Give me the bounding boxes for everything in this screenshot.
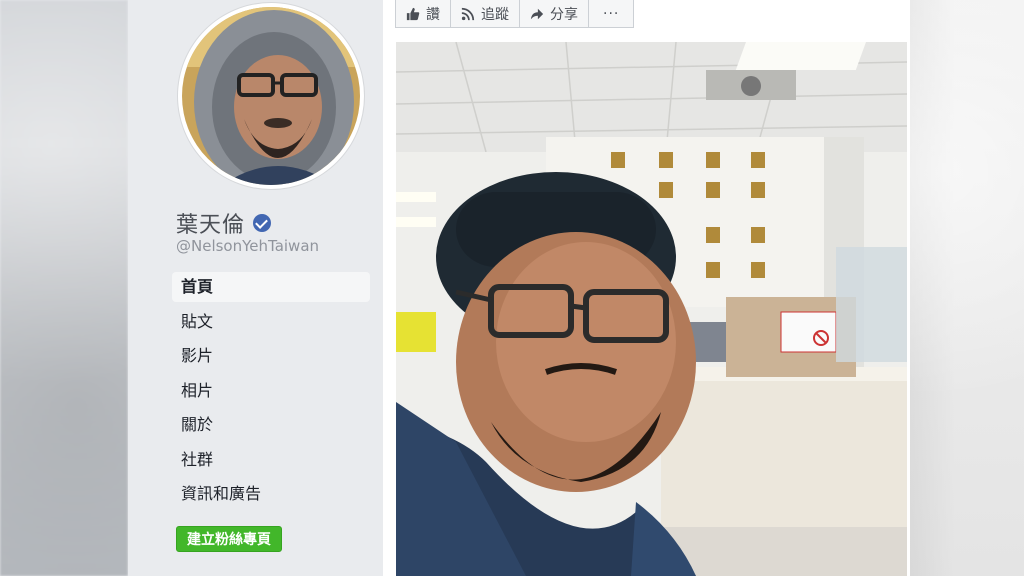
like-button[interactable]: 讚	[395, 0, 451, 28]
page-name[interactable]: 葉天倫	[176, 207, 245, 239]
nav-item-photos[interactable]: 相片	[172, 376, 370, 406]
page-sidebar: 葉天倫 @NelsonYehTaiwan 首頁 貼文 影片 相片 關於 社群 資…	[128, 0, 382, 576]
nav-item-about[interactable]: 關於	[172, 410, 370, 440]
verified-badge-icon	[253, 214, 272, 232]
thumbs-up-icon	[406, 7, 420, 20]
nav-item-posts[interactable]: 貼文	[172, 307, 370, 337]
blurred-background-right	[910, 0, 1024, 576]
profile-picture[interactable]	[178, 3, 364, 189]
nav-item-info-and-ads[interactable]: 資訊和廣告	[172, 479, 370, 509]
profile-photo	[182, 7, 360, 185]
page-name-row: 葉天倫	[176, 207, 272, 239]
post-card: 讚 追蹤 分享 ···	[383, 0, 910, 576]
rss-follow-icon	[461, 7, 475, 20]
share-button[interactable]: 分享	[519, 0, 589, 28]
nav-item-videos[interactable]: 影片	[172, 341, 370, 371]
follow-button[interactable]: 追蹤	[450, 0, 520, 28]
post-action-bar: 讚 追蹤 分享 ···	[395, 0, 635, 28]
blurred-background-left	[0, 0, 128, 576]
follow-label: 追蹤	[481, 6, 509, 23]
create-page-button[interactable]: 建立粉絲專頁	[176, 526, 282, 552]
page-nav: 首頁 貼文 影片 相片 關於 社群 資訊和廣告	[172, 272, 370, 514]
nav-item-community[interactable]: 社群	[172, 445, 370, 475]
like-label: 讚	[426, 6, 440, 23]
share-label: 分享	[550, 6, 578, 23]
page-handle[interactable]: @NelsonYehTaiwan	[176, 237, 319, 255]
post-photo[interactable]	[396, 42, 907, 576]
share-arrow-icon	[530, 8, 544, 19]
nav-item-home[interactable]: 首頁	[172, 272, 370, 302]
more-options-button[interactable]: ···	[588, 0, 635, 28]
